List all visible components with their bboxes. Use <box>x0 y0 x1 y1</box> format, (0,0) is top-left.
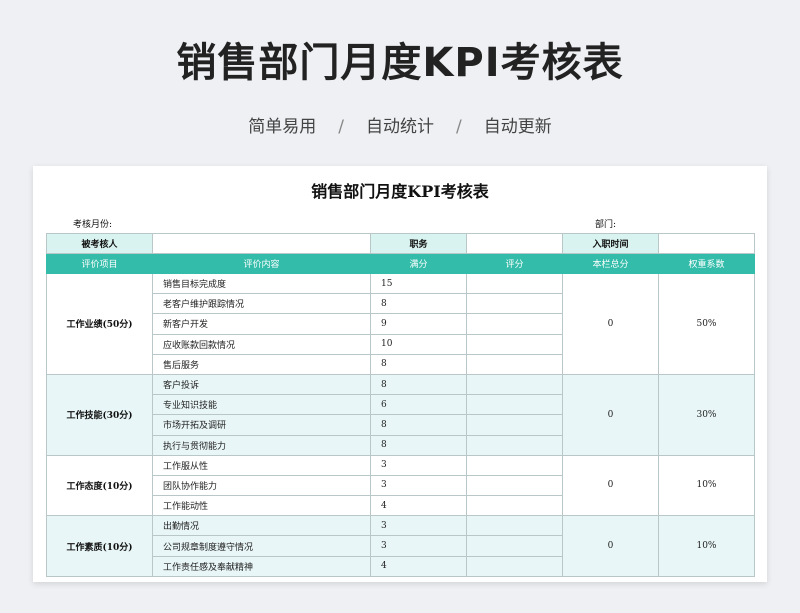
score-input-cell[interactable] <box>466 414 563 436</box>
subtotal-cell: 0 <box>562 273 659 375</box>
table-row: 工作业绩(50分) 销售目标完成度 15 0 50% <box>46 272 755 375</box>
content-cell: 团队协作能力 <box>152 474 371 497</box>
content-cell: 售后服务 <box>152 353 371 375</box>
score-input-cell[interactable] <box>466 394 563 416</box>
score-input-cell[interactable] <box>466 535 563 557</box>
content-cell: 客户投诉 <box>152 373 371 396</box>
header-item: 评价项目 <box>46 253 153 274</box>
page-title: 销售部门月度KPI考核表 <box>176 40 624 86</box>
content-cell: 专业知识技能 <box>152 394 371 416</box>
subtotal-cell: 0 <box>562 515 659 577</box>
score-input-cell[interactable] <box>466 313 563 335</box>
score-input-cell[interactable] <box>466 515 563 537</box>
score-input-cell[interactable] <box>466 495 563 517</box>
weight-cell: 10% <box>658 515 755 577</box>
full-score-cell: 8 <box>370 373 467 396</box>
sheet-title: 销售部门月度KPI考核表 <box>311 182 489 201</box>
content-cell: 市场开拓及调研 <box>152 414 371 436</box>
dept-label: 部门: <box>595 220 617 230</box>
content-cell: 工作服从性 <box>152 454 371 476</box>
full-score-cell: 4 <box>370 555 467 577</box>
tagline: 简单易用 / 自动统计 / 自动更新 <box>0 112 800 137</box>
content-cell: 销售目标完成度 <box>152 272 371 295</box>
full-score-cell: 8 <box>370 293 467 315</box>
full-score-cell: 8 <box>370 434 467 456</box>
position-label: 职务 <box>370 233 467 254</box>
content-cell: 工作责任感及奉献精神 <box>152 555 371 577</box>
table-row: 工作素质(10分) 出勤情况 3 0 10% <box>46 515 755 577</box>
position-input[interactable] <box>466 233 563 254</box>
kpi-table: 被考核人 职务 入职时间 评价项目 评价内容 满分 评分 本栏总分 权重系数 工… <box>46 233 755 577</box>
full-score-cell: 8 <box>370 353 467 375</box>
score-input-cell[interactable] <box>466 272 563 295</box>
full-score-cell: 6 <box>370 394 467 416</box>
weight-cell: 10% <box>658 454 755 517</box>
score-input-cell[interactable] <box>466 434 563 456</box>
tag-separator: / <box>456 117 462 137</box>
month-label: 考核月份: <box>73 220 113 230</box>
full-score-cell: 3 <box>370 454 467 476</box>
weight-cell: 30% <box>658 373 755 456</box>
info-row: 被考核人 职务 入职时间 <box>46 233 755 254</box>
header-full-score: 满分 <box>370 253 467 274</box>
full-score-cell: 9 <box>370 313 467 335</box>
header-content: 评价内容 <box>152 253 371 274</box>
full-score-cell: 3 <box>370 474 467 497</box>
score-input-cell[interactable] <box>466 293 563 315</box>
content-cell: 老客户维护跟踪情况 <box>152 293 371 315</box>
score-input-cell[interactable] <box>466 474 563 497</box>
score-input-cell[interactable] <box>466 454 563 476</box>
full-score-cell: 8 <box>370 414 467 436</box>
table-header-row: 评价项目 评价内容 满分 评分 本栏总分 权重系数 <box>46 253 755 274</box>
full-score-cell: 4 <box>370 495 467 517</box>
category-cell: 工作素质(10分) <box>46 515 153 577</box>
kpi-sheet: 销售部门月度KPI考核表 考核月份: 部门: 被考核人 职务 入职时间 评价项目… <box>33 166 767 582</box>
score-input-cell[interactable] <box>466 333 563 355</box>
content-cell: 执行与贯彻能力 <box>152 434 371 456</box>
category-cell: 工作业绩(50分) <box>46 273 153 375</box>
subtotal-cell: 0 <box>562 454 659 517</box>
table-row: 工作技能(30分) 客户投诉 8 0 30% <box>46 373 755 456</box>
score-input-cell[interactable] <box>466 353 563 375</box>
examinee-input[interactable] <box>152 233 371 254</box>
category-cell: 工作态度(10分) <box>46 454 153 517</box>
tag-separator: / <box>338 117 344 137</box>
content-cell: 应收账款回款情况 <box>152 333 371 355</box>
header-score: 评分 <box>466 253 563 274</box>
tag-auto-update: 自动更新 <box>483 117 552 137</box>
examinee-label: 被考核人 <box>46 233 153 254</box>
content-cell: 公司规章制度遵守情况 <box>152 535 371 557</box>
score-input-cell[interactable] <box>466 555 563 577</box>
score-input-cell[interactable] <box>466 373 563 396</box>
full-score-cell: 15 <box>370 272 467 295</box>
join-date-input[interactable] <box>658 233 755 254</box>
content-cell: 工作能动性 <box>152 495 371 517</box>
full-score-cell: 3 <box>370 535 467 557</box>
header-subtotal: 本栏总分 <box>562 253 659 274</box>
content-cell: 新客户开发 <box>152 313 371 335</box>
subtotal-cell: 0 <box>562 373 659 456</box>
content-cell: 出勤情况 <box>152 515 371 537</box>
header-weight: 权重系数 <box>658 253 755 274</box>
tag-auto-stat: 自动统计 <box>366 117 434 137</box>
full-score-cell: 3 <box>370 515 467 537</box>
table-row: 工作态度(10分) 工作服从性 3 0 10% <box>46 454 755 517</box>
category-cell: 工作技能(30分) <box>46 373 153 456</box>
join-date-label: 入职时间 <box>562 233 659 254</box>
tag-easy: 简单易用 <box>248 117 317 137</box>
full-score-cell: 10 <box>370 333 467 355</box>
weight-cell: 50% <box>658 273 755 375</box>
